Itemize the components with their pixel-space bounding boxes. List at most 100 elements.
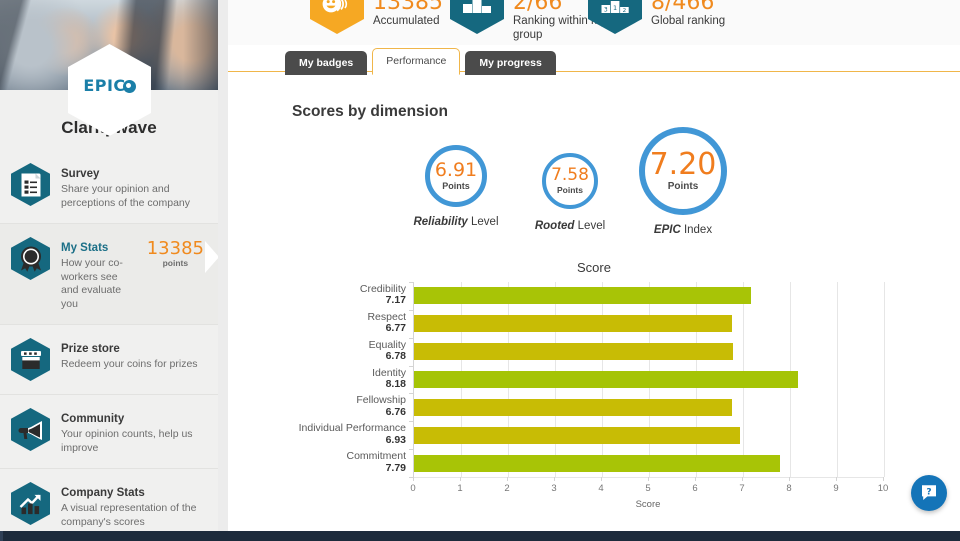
rooted-caption-bold: Rooted [534,220,575,232]
tab-performance[interactable]: Performance [372,48,461,75]
chart-category-label: Identity 8.18 [372,367,406,391]
performance-panel: Scores by dimension 6.91 Points Reliabil… [228,72,960,531]
help-chat-icon[interactable]: ? [911,475,947,511]
x-axis-tick [460,477,461,481]
sidebar-item-title: My Stats [61,242,109,254]
category-tick [409,393,414,395]
sidebar-item-subtitle: Your opinion counts, help us improve [61,428,193,454]
megaphone-icon [11,408,50,451]
sidebar-item-survey[interactable]: Survey Share your opinion and perception… [0,150,218,223]
epic-logo-text: EPIC [83,76,126,95]
sidebar-item-text: My Stats How your co-workers see and eva… [61,237,134,311]
x-axis-tick-label: 6 [692,483,698,494]
x-axis-tick [742,477,743,481]
x-axis-tick [648,477,649,481]
gridline [837,282,838,477]
points-arrow-icon [205,241,218,273]
tab-my-progress[interactable]: My progress [465,51,556,75]
x-axis-tick-label: 9 [833,483,839,494]
category-tick [409,449,414,451]
reliability-ring[interactable]: 6.91 Points [425,145,487,207]
sidebar-item-text: Community Your opinion counts, help us i… [61,408,208,455]
category-tick [409,365,414,367]
reliability-caption-bold: Reliability [413,216,468,228]
svg-text:1: 1 [613,4,617,12]
x-axis-tick [554,477,555,481]
sidebar-nav: Survey Share your opinion and perception… [0,150,218,531]
x-axis-tick [601,477,602,481]
x-axis-tick [507,477,508,481]
category-name: Individual Performance [298,422,406,435]
epic-index-value: 7.20 [649,147,717,182]
x-axis-tick [883,477,884,481]
chart-bar[interactable] [414,287,751,305]
sidebar-item-text: Company Stats A visual representation of… [61,482,208,529]
sidebar-item-title: Company Stats [61,487,145,499]
reliability-caption-rest: Level [467,216,499,228]
reliability-value: 6.91 [434,159,478,181]
epic-index-caption-rest: Index [680,224,713,236]
x-axis-tick [695,477,696,481]
chart-bar[interactable] [414,343,733,361]
score-circle-reliability: 6.91 Points Reliability Level [408,145,504,228]
stat-accumulated[interactable]: 13385 Accumulated [310,0,443,34]
scores-bar-chart: Credibility 7.17 Respect 6.77 Equality 6.78 Id… [228,282,960,522]
sidebar-item-subtitle: A visual representation of the company's… [61,502,197,528]
category-tick [409,282,414,283]
stat-value: 13385 [373,0,443,15]
x-axis-tick-label: 2 [504,483,510,494]
points-badge: 13385 points [145,237,218,273]
category-value: 6.78 [385,350,406,363]
category-tick [409,421,414,423]
x-axis-tick [836,477,837,481]
rooted-caption-rest: Level [574,220,606,232]
svg-text:?: ? [926,487,931,497]
medal-ribbon-icon [11,237,50,280]
chart-bar[interactable] [414,398,732,416]
main-content: 13385 Accumulated 2/66 Ranking within my… [228,0,960,531]
points-value: 13385 [146,238,204,259]
stat-global-ranking[interactable]: 3 1 2 8/466 Global ranking [588,0,725,34]
sidebar-item-my-stats[interactable]: My Stats How your co-workers see and eva… [0,223,218,324]
x-axis-tick-label: 8 [786,483,792,494]
sidebar-item-subtitle: Redeem your coins for prizes [61,358,198,370]
score-circle-epic-index: 7.20 Points EPIC Index [628,127,738,236]
chart-category-label: Respect 6.77 [367,311,406,335]
chart-title: Score [577,260,611,275]
sidebar-item-prize-store[interactable]: Prize store Redeem your coins for prizes [0,324,218,394]
stat-value: 8/466 [651,0,715,15]
x-axis-tick-label: 4 [598,483,604,494]
chart-category-label: Equality 6.78 [369,339,406,363]
stat-group-ranking[interactable]: 2/66 Ranking within my group [450,0,609,42]
sidebar-item-community[interactable]: Community Your opinion counts, help us i… [0,394,218,468]
reliability-unit: Points [442,181,470,191]
stat-text: 13385 Accumulated [373,0,443,28]
points-label: points [162,258,189,268]
x-axis-tick-label: 3 [551,483,557,494]
chart-bar[interactable] [414,371,799,388]
x-axis-tick-label: 0 [410,483,416,494]
x-axis-tick-label: 10 [877,483,889,494]
brand-badge: EPIC [68,44,151,136]
category-value: 8.18 [385,378,406,390]
rooted-caption: Rooted Level [524,220,616,232]
stat-caption: Global ranking [651,15,726,27]
chart-bar[interactable] [414,454,781,472]
svg-text:3: 3 [604,6,608,13]
chart-category-label: Individual Performance 6.93 [299,423,406,446]
category-value: 7.17 [385,294,406,307]
window-bottom-bar [0,531,960,541]
chart-category-label: Commitment 7.79 [346,451,406,474]
score-circle-rooted: 7.58 Points Rooted Level [524,153,616,232]
bar-chart-arrow-icon [11,482,50,525]
sidebar-item-title: Survey [61,168,100,180]
x-axis-tick-label: 1 [457,483,463,494]
epic-index-ring[interactable]: 7.20 Points [639,127,727,215]
rooted-ring[interactable]: 7.58 Points [542,153,598,209]
sidebar-item-subtitle: How your co-workers see and evaluate you [61,257,123,310]
sidebar-item-company-stats[interactable]: Company Stats A visual representation of… [0,468,218,531]
chart-bar[interactable] [414,426,740,444]
chart-bar[interactable] [414,315,733,333]
epic-index-caption-bold: EPIC [653,224,681,236]
tab-my-badges[interactable]: My badges [285,51,368,75]
